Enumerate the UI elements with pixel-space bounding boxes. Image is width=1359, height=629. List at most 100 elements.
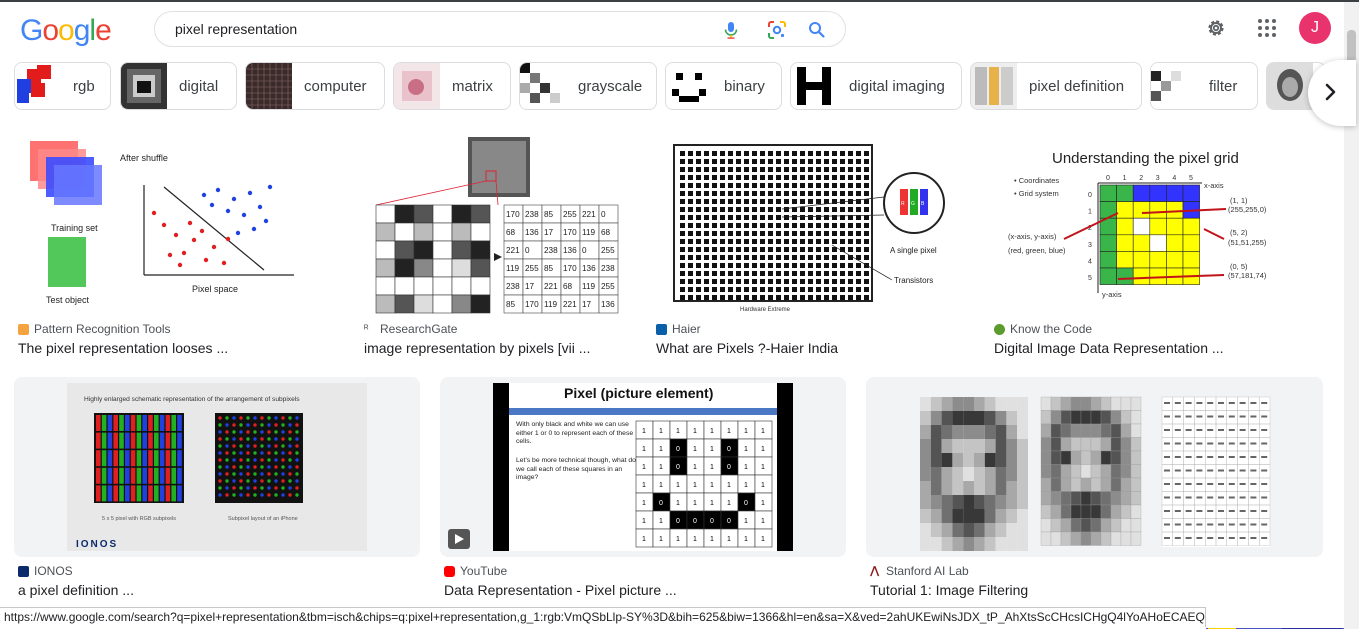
result-title[interactable]: image representation by pixels [vii ... (364, 340, 590, 356)
svg-text:R: R (901, 201, 905, 207)
binary-cell: 0 (727, 464, 731, 471)
svg-text:y-axis: y-axis (1102, 290, 1122, 299)
header: Google pixel representation J (0, 2, 1344, 56)
result-image[interactable]: R G B A single pixel Transistors Hardwar… (652, 135, 970, 315)
binary-cell: 0 (676, 446, 680, 453)
result-title[interactable]: Tutorial 1: Image Filtering (870, 582, 1028, 598)
result-source[interactable]: YouTube (444, 564, 507, 578)
axis-tick: 0 (1088, 192, 1092, 199)
binary-cell: 1 (761, 464, 765, 471)
avatar[interactable]: J (1299, 12, 1331, 44)
binary-cell: 0 (693, 518, 697, 525)
pixel-value: 17 (525, 282, 535, 291)
search-box[interactable]: pixel representation (154, 11, 846, 47)
chip-digital-imaging[interactable]: digital imaging (790, 62, 962, 110)
pixel-value: 136 (525, 228, 539, 237)
binary-cell: 1 (642, 464, 646, 471)
binary-cell: 1 (710, 428, 714, 435)
chip-computer[interactable]: computer (245, 62, 385, 110)
favicon-icon (994, 323, 1005, 335)
chip-binary[interactable]: binary (665, 62, 782, 110)
chip-matrix[interactable]: matrix (393, 62, 511, 110)
search-icon[interactable] (807, 20, 827, 40)
result-source[interactable]: Pattern Recognition Tools (18, 322, 171, 336)
chip-grayscale[interactable]: grayscale (519, 62, 657, 110)
svg-text:(red, green, blue): (red, green, blue) (1008, 246, 1066, 255)
youtube-icon (444, 565, 455, 577)
binary-cell: 1 (727, 428, 731, 435)
svg-text:(x-axis, y-axis): (x-axis, y-axis) (1008, 232, 1057, 241)
pixel-value: 0 (525, 246, 530, 255)
binary-cell: 1 (727, 500, 731, 507)
pixel-value: 238 (506, 282, 520, 291)
binary-cell: 1 (676, 536, 680, 543)
binary-cell: 1 (676, 500, 680, 507)
result-card[interactable]: Pixel (picture element) With only black … (440, 377, 846, 598)
svg-text:(0, 5): (0, 5) (1230, 262, 1248, 271)
binary-cell: 0 (676, 464, 680, 471)
result-source[interactable]: Know the Code (994, 322, 1092, 336)
chip-digital[interactable]: digital (120, 62, 237, 110)
result-image[interactable]: Highly enlarged schematic representation… (14, 377, 420, 557)
gear-icon[interactable] (1204, 16, 1228, 40)
svg-text:Pixel space: Pixel space (192, 284, 238, 294)
next-row-preview (1206, 622, 1344, 629)
result-source[interactable]: ᴿ ResearchGate (364, 322, 457, 336)
result-source[interactable]: IONOS (18, 564, 73, 578)
chip-thumbnail (394, 63, 440, 109)
pixel-value: 68 (506, 228, 516, 237)
result-title[interactable]: What are Pixels ?-Haier India (656, 340, 838, 356)
chip-filter[interactable]: filter (1150, 62, 1258, 110)
mic-icon[interactable] (721, 20, 741, 40)
result-card[interactable]: ⋀ Stanford AI Lab Tutorial 1: Image Filte… (866, 377, 1323, 598)
pixel-value: 221 (582, 210, 596, 219)
result-image[interactable]: 170 238 85 255 221 0 68 136 17 170 119 68 221 0 238 136… (360, 135, 632, 315)
binary-cell: 1 (761, 482, 765, 489)
result-card[interactable]: 170 238 85 255 221 0 68 136 17 170 119 68 221 0 238 136… (360, 135, 632, 356)
binary-cell: 1 (710, 464, 714, 471)
result-image[interactable]: Pixel (picture element) With only black … (440, 377, 846, 557)
binary-cell: 1 (693, 446, 697, 453)
result-title[interactable]: Digital Image Data Representation ... (994, 340, 1224, 356)
axis-tick: 4 (1088, 258, 1092, 265)
result-image[interactable]: After shuffle Training set Test object P… (14, 135, 340, 315)
chip-label: pixel definition (1029, 77, 1125, 95)
result-image[interactable]: Understanding the pixel grid • Coordinat… (990, 135, 1323, 315)
svg-text:Understanding the pixel grid: Understanding the pixel grid (1052, 150, 1239, 167)
pixel-value: 238 (544, 246, 558, 255)
pixel-value: 255 (563, 210, 577, 219)
chip-pixel-definition[interactable]: pixel definition (970, 62, 1142, 110)
svg-text:IONOS: IONOS (76, 539, 118, 550)
result-card[interactable]: Highly enlarged schematic representation… (14, 377, 420, 598)
lens-icon[interactable] (767, 20, 787, 40)
pixel-value: 119 (544, 300, 557, 309)
svg-text:A single pixel: A single pixel (890, 246, 937, 255)
result-title[interactable]: Data Representation - Pixel picture ... (444, 582, 677, 598)
result-title[interactable]: The pixel representation looses ... (18, 340, 228, 356)
result-source[interactable]: Haier (656, 322, 701, 336)
result-title[interactable]: a pixel definition ... (18, 582, 134, 598)
result-source[interactable]: ⋀ Stanford AI Lab (870, 564, 969, 578)
google-logo[interactable]: Google (20, 14, 112, 48)
result-image[interactable] (866, 377, 1323, 557)
result-card[interactable]: Understanding the pixel grid • Coordinat… (990, 135, 1323, 356)
pixel-value: 221 (544, 282, 558, 291)
chip-label: binary (724, 77, 765, 95)
result-card[interactable]: R G B A single pixel Transistors Hardwar… (652, 135, 970, 356)
apps-icon[interactable] (1256, 17, 1278, 39)
chip-rgb[interactable]: rgb (14, 62, 111, 110)
pixel-value: 255 (601, 282, 615, 291)
pixel-value: 119 (582, 282, 595, 291)
axis-tick: 3 (1088, 242, 1092, 249)
chip-thumbnail (15, 63, 61, 109)
result-card[interactable]: After shuffle Training set Test object P… (14, 135, 340, 356)
svg-text:• Grid system: • Grid system (1014, 189, 1059, 198)
binary-cell: 1 (693, 482, 697, 489)
pixel-value: 136 (582, 264, 596, 273)
search-input[interactable]: pixel representation (175, 21, 297, 37)
pixel-value: 255 (525, 264, 539, 273)
pixel-value: 221 (506, 246, 520, 255)
svg-text:x-axis: x-axis (1204, 181, 1224, 190)
binary-cell: 1 (761, 428, 765, 435)
pixel-value: 170 (525, 300, 539, 309)
